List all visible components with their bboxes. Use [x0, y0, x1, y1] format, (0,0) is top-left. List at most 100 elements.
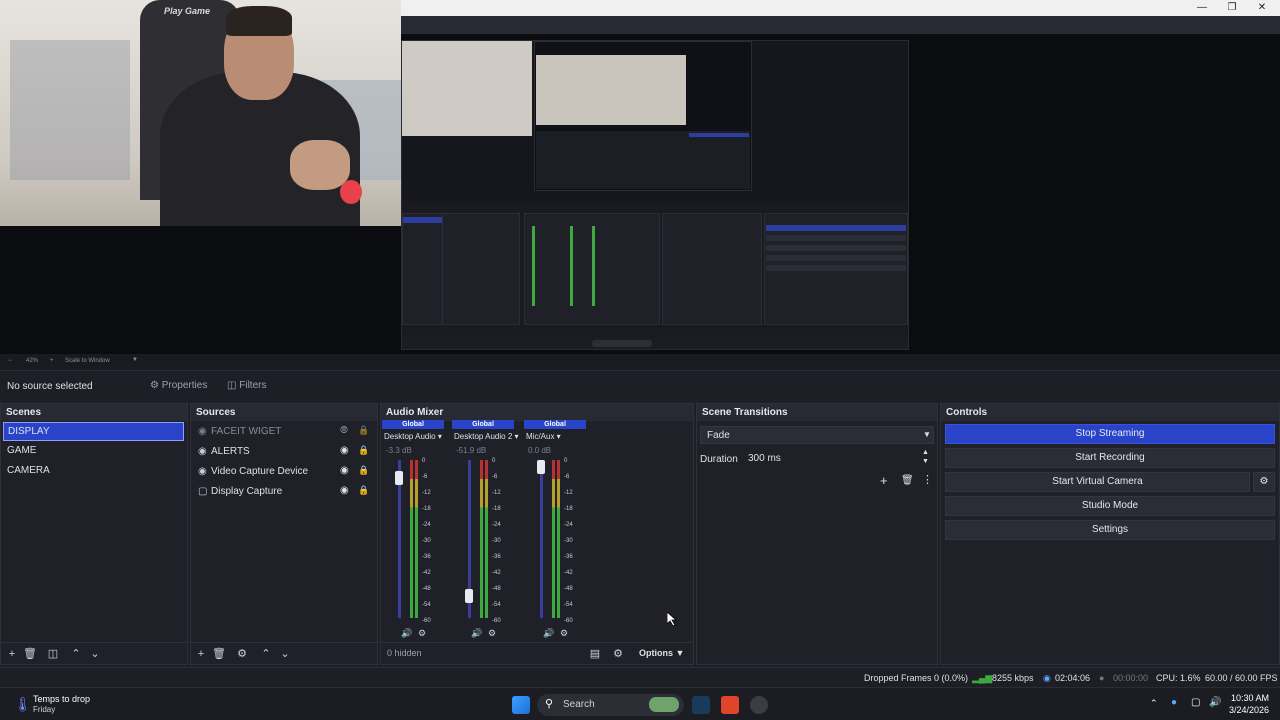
move-down-icon[interactable]: ⌄	[86, 645, 104, 663]
mute-icon[interactable]: 🔊	[401, 628, 412, 639]
settings-button[interactable]: Settings	[945, 520, 1275, 540]
controls-title: Controls	[941, 404, 1279, 421]
weather-title[interactable]: Temps to drop	[33, 694, 90, 704]
properties-button[interactable]: ⚙ Properties	[150, 380, 207, 391]
lock-icon[interactable]: 🔒	[358, 445, 369, 456]
scene-item[interactable]: DISPLAY	[3, 422, 184, 441]
chair-logo: Play Game	[164, 6, 211, 16]
virtual-camera-settings-icon[interactable]: ⚙	[1253, 472, 1275, 492]
channel-db: -51.9 dB	[456, 446, 487, 455]
eye-icon[interactable]: ◉	[340, 445, 349, 456]
record-time: 00:00:00	[1113, 673, 1149, 683]
menu-bar	[401, 16, 1280, 34]
volume-fader[interactable]	[540, 460, 543, 618]
chevron-up-icon[interactable]: ⌃	[1150, 698, 1158, 709]
browser-icon: ◉	[198, 426, 207, 437]
source-item[interactable]: ▢ Display Capture ◉ 🔒	[194, 483, 374, 503]
zoom-in-button[interactable]: +	[50, 358, 54, 364]
remove-transition-icon[interactable]: 🗑	[901, 475, 914, 486]
fader-knob[interactable]	[537, 460, 545, 474]
mute-icon[interactable]: 🔊	[471, 628, 482, 639]
chevron-down-icon: ▼	[923, 430, 931, 439]
start-recording-button[interactable]: Start Recording	[945, 448, 1275, 468]
windows-start-icon[interactable]	[512, 696, 530, 714]
chevron-up-icon[interactable]: ▲	[922, 449, 929, 456]
advanced-audio-icon[interactable]: ⚙	[609, 645, 627, 663]
add-scene-button[interactable]: +	[3, 645, 21, 663]
eye-icon[interactable]: ◉	[340, 485, 349, 496]
bitrate: 8255 kbps	[992, 673, 1034, 683]
options-button[interactable]: Options ▼	[639, 648, 684, 658]
channel-name[interactable]: Desktop Audio 2 ▾	[454, 432, 519, 441]
source-properties-icon[interactable]: ⚙	[233, 645, 251, 663]
scene-filters-icon[interactable]: ◫	[44, 645, 62, 663]
search-input[interactable]: ⚲ Search	[537, 694, 684, 716]
meter-tick: -48	[564, 586, 573, 592]
source-item[interactable]: ◉ ALERTS ◉ 🔒	[194, 443, 374, 463]
preview-canvas[interactable]: Play Game	[0, 0, 1280, 354]
channel-name[interactable]: Desktop Audio ▾	[384, 432, 442, 441]
source-toolbar: No source selected ⚙ Properties ◫ Filter…	[0, 370, 1280, 400]
lock-icon[interactable]: 🔒	[358, 465, 369, 476]
channel-name[interactable]: Mic/Aux ▾	[526, 432, 561, 441]
move-up-icon[interactable]: ⌃	[67, 645, 85, 663]
volume-icon[interactable]: 🔊	[1209, 697, 1221, 708]
meter-tick: -42	[564, 570, 573, 576]
move-up-icon[interactable]: ⌃	[257, 645, 275, 663]
fader-knob[interactable]	[465, 589, 473, 603]
record-icon: ●	[1099, 673, 1105, 683]
stream-icon: ◉	[1043, 673, 1051, 683]
close-icon[interactable]: ✕	[1247, 0, 1277, 16]
scale-mode[interactable]: Scale to Window	[65, 358, 110, 364]
filters-button[interactable]: ◫ Filters	[227, 380, 266, 391]
chevron-down-icon[interactable]: ▼	[132, 357, 138, 363]
transition-select[interactable]: Fade ▼	[700, 426, 934, 444]
channel-header: Global	[382, 420, 444, 429]
level-meter	[485, 460, 488, 618]
meter-tick: -36	[492, 554, 501, 560]
add-transition-icon[interactable]: +	[880, 473, 888, 488]
source-item[interactable]: ◉ FACEIT WIGET ⦾ 🔒	[194, 423, 374, 443]
meter-tick: -60	[564, 618, 573, 624]
meter-tick: -12	[564, 490, 573, 496]
microphone-icon[interactable]: ●	[1171, 697, 1177, 708]
meter-tick: -18	[422, 506, 431, 512]
channel-settings-icon[interactable]: ⚙	[488, 628, 496, 639]
meter-tick: -30	[492, 538, 501, 544]
move-down-icon[interactable]: ⌄	[276, 645, 294, 663]
fader-knob[interactable]	[395, 470, 403, 485]
channel-settings-icon[interactable]: ⚙	[560, 628, 568, 639]
duration-spinbox[interactable]: 300 ms ▲ ▼	[745, 449, 935, 468]
studio-mode-button[interactable]: Studio Mode	[945, 496, 1275, 516]
scene-item[interactable]: CAMERA	[3, 462, 184, 481]
network-icon[interactable]: ▢	[1191, 697, 1200, 708]
maximize-icon[interactable]: ❐	[1217, 0, 1247, 16]
eye-icon[interactable]: ◉	[340, 465, 349, 476]
stop-streaming-button[interactable]: Stop Streaming	[945, 424, 1275, 444]
lock-icon[interactable]: 🔒	[358, 425, 369, 436]
obs-icon[interactable]	[750, 696, 768, 714]
scene-transitions-dock: Scene Transitions Fade ▼ Duration 300 ms…	[696, 403, 938, 665]
meter-tick: 0	[492, 458, 496, 464]
scenes-title: Scenes	[1, 404, 187, 421]
layout-icon[interactable]: ▤	[586, 645, 604, 663]
meter-tick: -18	[492, 506, 501, 512]
zoom-out-button[interactable]: −	[8, 358, 12, 364]
channel-settings-icon[interactable]: ⚙	[418, 628, 426, 639]
chevron-down-icon[interactable]: ▼	[922, 458, 929, 465]
start-virtual-camera-button[interactable]: Start Virtual Camera	[945, 472, 1250, 492]
steam-icon[interactable]	[692, 696, 710, 714]
remove-scene-icon[interactable]: 🗑	[21, 645, 39, 663]
add-source-button[interactable]: +	[192, 645, 210, 663]
lock-icon[interactable]: 🔒	[358, 485, 369, 496]
hidden-count: 0 hidden	[387, 648, 422, 658]
mute-icon[interactable]: 🔊	[543, 628, 554, 639]
remove-source-icon[interactable]: 🗑	[210, 645, 228, 663]
minimize-icon[interactable]: —	[1187, 0, 1217, 16]
clock-time[interactable]: 10:30 AM	[1231, 693, 1269, 703]
more-options-icon[interactable]: ⋮	[922, 473, 933, 486]
brave-icon[interactable]	[721, 696, 739, 714]
source-item[interactable]: ◉ Video Capture Device ◉ 🔒	[194, 463, 374, 483]
scene-item[interactable]: GAME	[3, 442, 184, 461]
eye-hidden-icon[interactable]: ⦾	[340, 425, 348, 436]
